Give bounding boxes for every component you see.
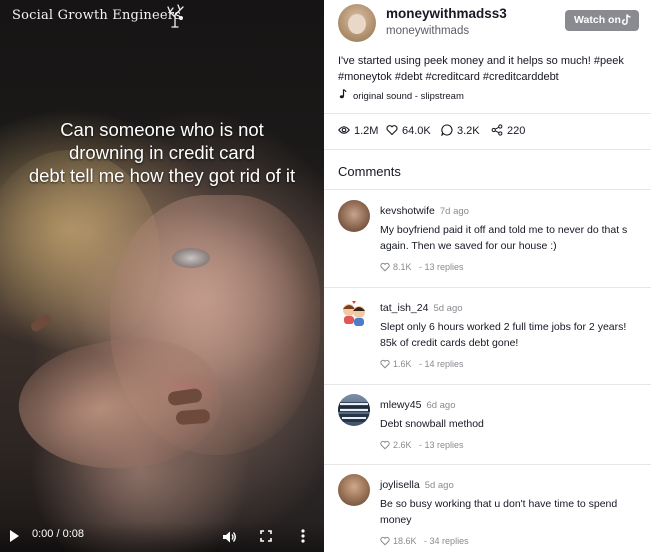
comments-heading: Comments [338, 164, 401, 179]
commenter-name[interactable]: joylisella [380, 479, 420, 491]
music-note-icon [339, 89, 347, 99]
comment-likes: 2.6K [393, 440, 412, 450]
video-controls: 0:00 / 0:08 [0, 522, 324, 552]
commenter-name-row: kevshotwife 7d ago [380, 205, 469, 217]
views-count: 1.2M [354, 125, 379, 137]
sound-link[interactable]: original sound - slipstream [338, 89, 464, 102]
post-caption: I've started using peek money and it hel… [338, 55, 624, 83]
views-stat: 1.2M [338, 124, 378, 137]
comment-bubble-icon [441, 124, 453, 137]
divider [324, 113, 651, 114]
share-icon [491, 124, 503, 136]
comment-item: kevshotwife 7d ago My boyfriend paid it o… [324, 190, 651, 287]
tiktok-logo-icon [621, 14, 631, 25]
overlay-line: debt tell me how they got rid of it [28, 165, 296, 186]
play-icon[interactable] [10, 530, 19, 542]
watch-on-label: Watch on [574, 14, 621, 26]
text-graphic-icon [338, 402, 370, 422]
comment-meta: 8.1K - 13 replies [380, 262, 464, 272]
comment-text: My boyfriend paid it off and told me to … [380, 224, 628, 252]
heart-icon [386, 125, 398, 136]
post-details-panel: moneywithmadss3 moneywithmads Watch on I… [324, 0, 651, 552]
comment-likes: 18.6K [393, 536, 417, 546]
comment-item: tat_ish_24 5d ago Slept only 6 hours work… [324, 287, 651, 384]
comment-time: 5d ago [433, 303, 463, 314]
comment-time: 5d ago [424, 480, 454, 491]
video-time: 0:00 / 0:08 [32, 528, 84, 540]
comment-time: 6d ago [426, 400, 456, 411]
video-player[interactable]: Social Growth Engineers Can someone who … [0, 0, 324, 552]
comment-replies[interactable]: - 34 replies [424, 536, 469, 546]
commenter-avatar[interactable] [338, 394, 370, 426]
commenter-name-row: tat_ish_24 5d ago [380, 302, 463, 314]
commenter-name[interactable]: kevshotwife [380, 205, 435, 217]
fullscreen-icon[interactable] [260, 530, 272, 542]
comment-replies[interactable]: - 13 replies [419, 440, 464, 450]
more-options-icon[interactable] [300, 528, 306, 544]
author-username[interactable]: moneywithmadss3 [386, 6, 507, 21]
heart-icon[interactable] [380, 262, 390, 272]
comment-likes: 8.1K [393, 262, 412, 272]
comment-likes: 1.6K [393, 359, 412, 369]
commenter-avatar[interactable] [338, 200, 370, 232]
commenter-avatar[interactable] [338, 474, 370, 506]
cartoon-couple-icon [343, 301, 365, 326]
comments-stat[interactable]: 3.2K [441, 124, 480, 137]
comment-text: Slept only 6 hours worked 2 full time jo… [380, 321, 627, 349]
comment-text: Be so busy working that u don't have tim… [380, 498, 618, 526]
comments-count: 3.2K [457, 125, 480, 137]
author-avatar[interactable] [338, 4, 376, 42]
comment-text: Debt snowball method [380, 418, 484, 430]
watch-on-tiktok-button[interactable]: Watch on [565, 10, 639, 31]
video-frame-eye [172, 248, 210, 268]
overlay-line: drowning in credit card [68, 142, 256, 163]
comment-meta: 2.6K - 13 replies [380, 440, 464, 450]
shares-stat[interactable]: 220 [491, 124, 525, 137]
comment-meta: 1.6K - 14 replies [380, 359, 464, 369]
comment-meta: 18.6K - 34 replies [380, 536, 469, 546]
likes-count: 64.0K [402, 125, 431, 137]
commenter-avatar[interactable] [338, 297, 370, 329]
brand-watermark: Social Growth Engineers [12, 8, 182, 23]
video-frame-nail [175, 408, 211, 426]
sound-label: original sound - slipstream [353, 91, 464, 102]
volume-icon[interactable] [221, 529, 237, 545]
comment-replies[interactable]: - 13 replies [419, 262, 464, 272]
commenter-name-row: joylisella 5d ago [380, 479, 454, 491]
comment-time: 7d ago [439, 206, 469, 217]
eye-icon [338, 126, 350, 134]
overlay-line: Can someone who is not [60, 119, 264, 140]
shares-count: 220 [507, 125, 526, 137]
tree-figure-icon [167, 4, 184, 28]
commenter-name-row: mlewy45 6d ago [380, 399, 456, 411]
video-caption-overlay: Can someone who is not drowning in credi… [0, 118, 324, 187]
author-handle: moneywithmads [386, 25, 470, 37]
heart-icon[interactable] [380, 440, 390, 450]
commenter-name[interactable]: mlewy45 [380, 399, 421, 411]
comment-item: joylisella 5d ago Be so busy working that… [324, 464, 651, 552]
heart-icon[interactable] [380, 359, 390, 369]
likes-stat[interactable]: 64.0K [386, 124, 431, 137]
comment-replies[interactable]: - 14 replies [419, 359, 464, 369]
heart-icon[interactable] [380, 536, 390, 546]
divider [324, 149, 651, 150]
commenter-name[interactable]: tat_ish_24 [380, 302, 428, 314]
